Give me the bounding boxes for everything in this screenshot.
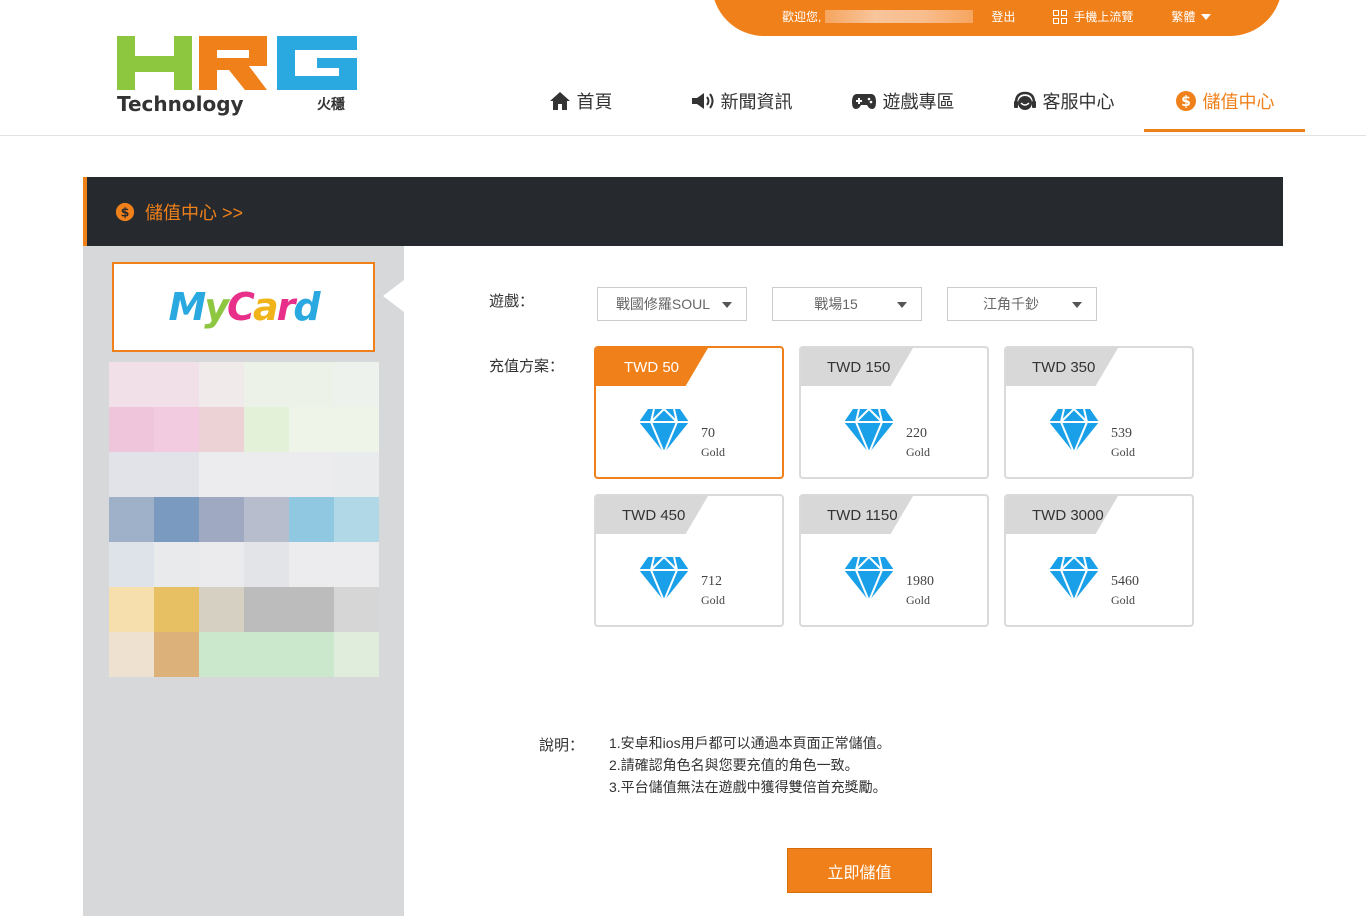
nav-games-label: 遊戲專區 [882, 92, 955, 112]
role-select[interactable]: 江角千鈔 [947, 287, 1097, 321]
plan-price: TWD 150 [801, 348, 913, 386]
role-select-value: 江角千鈔 [983, 296, 1039, 312]
logout-link[interactable]: 登出 [991, 8, 1015, 25]
diamond-icon [1049, 408, 1099, 454]
game-label: 遊戲： [489, 293, 535, 310]
plan-unit: Gold [701, 593, 725, 607]
note-line: 3.平台儲值無法在遊戲中獲得雙倍首充獎勵。 [609, 779, 887, 795]
nav-support[interactable]: 客服中心 [983, 70, 1144, 132]
blurred-payment-options [109, 362, 379, 677]
mobile-view-label: 手機上流覽 [1073, 10, 1134, 24]
welcome-text: 歡迎您, [782, 10, 822, 24]
plan-price: TWD 50 [596, 348, 708, 386]
caret-down-icon [1201, 13, 1212, 20]
diamond-icon [844, 556, 894, 602]
caret-down-icon [722, 302, 732, 308]
logo-tagline: Technology [117, 92, 244, 116]
note-line: 2.請確認角色名與您要充值的角色一致。 [609, 757, 859, 773]
plan-price: TWD 450 [596, 496, 708, 534]
plan-amount: 70 [701, 426, 715, 441]
plan-card[interactable]: TWD 150 220 Gold [799, 346, 989, 479]
logo[interactable]: Technology 火穩 [117, 36, 359, 116]
mobile-view-link[interactable]: 手機上流覽 [1053, 8, 1133, 25]
coin-icon: $ [115, 202, 135, 221]
language-label: 繁體 [1171, 10, 1196, 24]
nav-news-label: 新聞資訊 [720, 92, 793, 112]
coin-icon: $ [1175, 91, 1196, 111]
mycard-option[interactable]: MyCard [112, 262, 375, 352]
nav-news[interactable]: 新聞資訊 [661, 70, 822, 132]
plan-unit: Gold [1111, 593, 1135, 607]
note-line: 1.安卓和ios用戶都可以通過本頁面正常儲值。 [609, 735, 891, 751]
nav-games[interactable]: 遊戲專區 [822, 70, 983, 132]
svg-text:$: $ [121, 204, 130, 219]
username-mask [825, 10, 974, 23]
caret-down-icon [1072, 302, 1082, 308]
plan-unit: Gold [701, 445, 725, 459]
plan-amount: 5460 [1111, 574, 1139, 589]
plan-card[interactable]: TWD 350 539 Gold [1004, 346, 1194, 479]
section-header: $ 儲值中心 >> [83, 177, 1283, 246]
plan-card[interactable]: TWD 1150 1980 Gold [799, 494, 989, 627]
diamond-icon [1049, 556, 1099, 602]
game-select-value: 戰國修羅SOUL [615, 296, 711, 312]
plan-card[interactable]: TWD 3000 5460 Gold [1004, 494, 1194, 627]
nav-home[interactable]: 首頁 [500, 70, 661, 132]
notes-label: 說明： [539, 737, 585, 754]
nav-home-label: 首頁 [576, 92, 613, 112]
selection-pointer [383, 280, 404, 312]
plan-card[interactable]: TWD 50 70 Gold [594, 346, 784, 479]
svg-text:$: $ [1181, 94, 1191, 110]
plan-amount: 1980 [906, 574, 934, 589]
server-select-value: 戰場15 [814, 296, 858, 312]
diamond-icon [639, 556, 689, 602]
top-bar: 歡迎您, 登出 手機上流覽 繁體 [712, 0, 1282, 36]
main-nav: 首頁 新聞資訊 遊戲專區 客服中心 $ 儲值中心 [500, 70, 1305, 132]
notes-list: 1.安卓和ios用戶都可以通過本頁面正常儲值。 2.請確認角色名與您要充值的角色… [609, 732, 891, 798]
plan-price: TWD 1150 [801, 496, 913, 534]
grid-icon [1053, 9, 1068, 24]
plan-card[interactable]: TWD 450 712 Gold [594, 494, 784, 627]
plan-amount: 539 [1111, 426, 1132, 441]
megaphone-icon [691, 93, 713, 109]
headset-icon [1013, 91, 1036, 110]
plan-price: TWD 350 [1006, 348, 1118, 386]
plan-unit: Gold [1111, 445, 1135, 459]
gamepad-icon [851, 94, 876, 109]
diamond-icon [639, 408, 689, 454]
plan-price: TWD 3000 [1006, 496, 1118, 534]
payment-method-panel: MyCard [83, 246, 404, 916]
language-dropdown[interactable]: 繁體 [1171, 8, 1212, 25]
diamond-icon [844, 408, 894, 454]
plan-amount: 220 [906, 426, 927, 441]
plan-unit: Gold [906, 593, 930, 607]
plan-label: 充值方案： [489, 358, 565, 375]
home-icon [549, 92, 570, 110]
nav-topup-label: 儲值中心 [1202, 92, 1275, 112]
logo-cn-text: 火穩 [317, 96, 345, 112]
plan-amount: 712 [701, 574, 722, 589]
nav-support-label: 客服中心 [1042, 92, 1115, 112]
game-select[interactable]: 戰國修羅SOUL [597, 287, 747, 321]
nav-divider [0, 135, 1366, 136]
server-select[interactable]: 戰場15 [772, 287, 922, 321]
mycard-logo: MyCard [168, 285, 320, 329]
caret-down-icon [897, 302, 907, 308]
plan-unit: Gold [906, 445, 930, 459]
logout-label: 登出 [991, 10, 1016, 24]
hrg-logo-mark [117, 36, 357, 90]
nav-topup[interactable]: $ 儲值中心 [1144, 70, 1305, 132]
section-title: 儲值中心 >> [145, 202, 244, 223]
topup-now-button[interactable]: 立即儲值 [787, 848, 932, 893]
